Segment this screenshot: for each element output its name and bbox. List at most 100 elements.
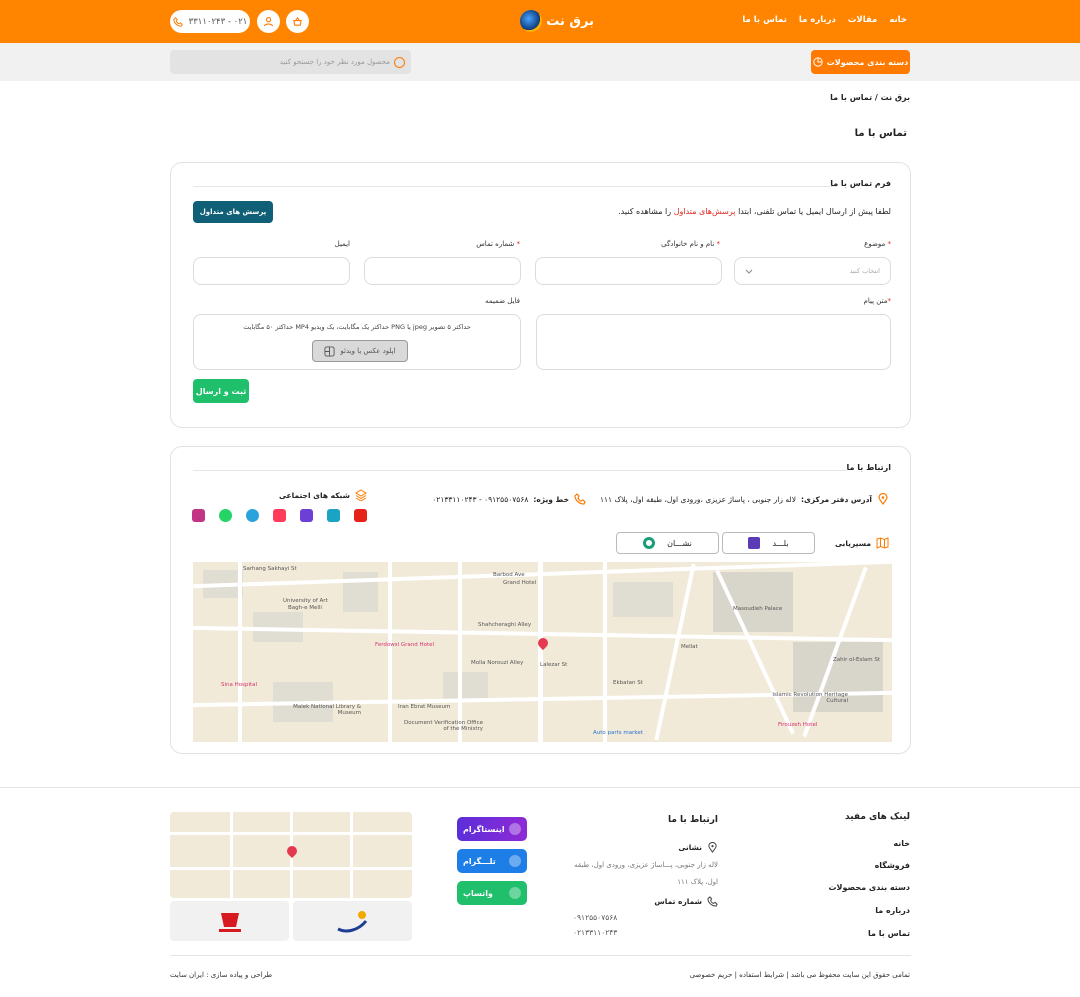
contact-divider bbox=[193, 470, 847, 471]
footer-link-home[interactable]: خانه bbox=[893, 839, 910, 848]
footer-link-categories[interactable]: دسته بندی محصولات bbox=[829, 883, 911, 892]
map-label: Sina Hospital bbox=[221, 682, 258, 688]
footer-phone-title: شماره تماس bbox=[654, 897, 702, 906]
eitaa-icon[interactable] bbox=[327, 509, 340, 522]
designer-credit[interactable]: طراحی و پیاده سازی : ایران سایت bbox=[170, 971, 272, 979]
hotline: خط ویژه: ۰۹۱۲۵۵۰۷۵۶۸ - ۰۲۱۳۳۱۱۰۲۴۳ bbox=[432, 493, 586, 505]
map-label: Sarhang Sakhayi St bbox=[243, 566, 297, 572]
office-address: آدرس دفتر مرکزی: لاله زار جنوبی ، پاساژ … bbox=[600, 493, 889, 505]
search-icon bbox=[394, 56, 405, 68]
message-textarea[interactable] bbox=[536, 314, 891, 370]
category-button-label: دسته بندی محصولات bbox=[826, 57, 909, 67]
upload-button-label: اپلود عکس یا ویدئو bbox=[340, 347, 396, 355]
name-label: * نام و نام خانوادگی bbox=[661, 240, 720, 248]
youtube-icon[interactable] bbox=[354, 509, 367, 522]
map-label: Grand Hotel bbox=[503, 580, 537, 586]
map-label: University of Art bbox=[283, 598, 328, 604]
account-button[interactable] bbox=[257, 10, 280, 33]
page-title: تماس با ما bbox=[854, 128, 907, 139]
faq-button[interactable]: پرسش های متداول bbox=[193, 201, 273, 223]
map-label: Islamic Revolution Heritage Cultural bbox=[772, 692, 848, 704]
name-label-text: نام و نام خانوادگی bbox=[661, 240, 715, 248]
footer-phone-2[interactable]: ۰۲۱۳۳۱۱۰۲۴۳ bbox=[573, 928, 617, 937]
contact-form-card bbox=[170, 162, 911, 428]
nav-about[interactable]: درباره ما bbox=[799, 15, 836, 25]
phone-icon bbox=[707, 896, 718, 907]
instagram-icon[interactable] bbox=[192, 509, 205, 522]
top-header: خانه مقالات درباره ما تماس با ما برق نت … bbox=[0, 0, 1080, 43]
breadcrumb: برق نت / تماس با ما bbox=[830, 93, 910, 102]
neshan-button[interactable]: نشـــان bbox=[616, 532, 719, 554]
upload-button[interactable]: اپلود عکس یا ویدئو bbox=[312, 340, 408, 362]
footer-address-title: نشانی bbox=[678, 843, 702, 852]
chevron-down-icon bbox=[745, 269, 753, 274]
email-input[interactable] bbox=[193, 257, 350, 285]
map-label: Auto parts market bbox=[593, 730, 643, 736]
telegram-button[interactable]: تلـــگرام bbox=[457, 849, 527, 873]
instagram-button[interactable]: اینستاگرام bbox=[457, 817, 527, 841]
location-map[interactable]: Sarhang Sakhayi St University of Art Bag… bbox=[193, 562, 892, 742]
name-input[interactable] bbox=[535, 257, 722, 285]
nav-contact[interactable]: تماس با ما bbox=[742, 15, 787, 25]
subject-label-text: موضوع bbox=[864, 240, 886, 248]
bale-icon[interactable] bbox=[273, 509, 286, 522]
footer-divider bbox=[0, 787, 1080, 788]
footer-link-shop[interactable]: فروشگاه bbox=[875, 861, 910, 870]
search-placeholder: محصول مورد نظر خود را جستجو کنید bbox=[279, 58, 390, 66]
logo-text: برق نت bbox=[546, 13, 594, 29]
footer-phone-title-row: شماره تماس bbox=[654, 896, 718, 907]
search-input[interactable]: محصول مورد نظر خود را جستجو کنید bbox=[170, 50, 411, 74]
nav-home[interactable]: خانه bbox=[889, 15, 907, 25]
payment-badge[interactable] bbox=[170, 901, 289, 941]
nav-articles[interactable]: مقالات bbox=[848, 15, 877, 25]
hotline-value[interactable]: ۰۹۱۲۵۵۰۷۵۶۸ - ۰۲۱۳۳۱۱۰۲۴۳ bbox=[432, 495, 528, 504]
phone-button[interactable]: ۰۲۱ - ۳۳۱۱۰۲۴۳ bbox=[170, 10, 250, 33]
rubika-icon[interactable] bbox=[300, 509, 313, 522]
whatsapp-button[interactable]: واتساپ bbox=[457, 881, 527, 905]
subject-select[interactable]: انتخاب کنید bbox=[734, 257, 891, 285]
neshan-label: نشـــان bbox=[667, 538, 692, 548]
footer-address: لاله زار جنوبی، پـــاساژ عزیزی، ورودی او… bbox=[574, 861, 718, 886]
attachment-hint: حداکثر ۵ تصویر jpeg یا PNG حداکثر یک مگا… bbox=[243, 323, 471, 331]
upload-icon bbox=[324, 345, 335, 357]
whatsapp-icon[interactable] bbox=[219, 509, 232, 522]
footer-link-contact[interactable]: تماس با ما bbox=[868, 929, 910, 938]
category-icon bbox=[813, 57, 823, 67]
phone-icon bbox=[574, 493, 586, 505]
map-label: Shahcheraghi Alley bbox=[478, 622, 532, 628]
balad-label: بلـــد bbox=[772, 538, 789, 548]
basket-icon bbox=[293, 16, 302, 26]
faq-note: لطفا پیش از ارسال ایمیل یا تماس تلفنی، ا… bbox=[618, 207, 891, 216]
enamad-badge[interactable] bbox=[293, 901, 412, 941]
note-text-after: را مشاهده کنید. bbox=[618, 207, 672, 216]
site-logo[interactable]: برق نت bbox=[490, 8, 594, 34]
footer-phone-1[interactable]: ۰۹۱۲۵۵۰۷۵۶۸ bbox=[573, 913, 617, 922]
address-value: لاله زار جنوبی ، پاساژ عزیزی ،ورودی اول،… bbox=[599, 494, 796, 504]
neshan-icon bbox=[643, 537, 656, 549]
search-strip bbox=[0, 43, 1080, 81]
form-title: فرم تماس با ما bbox=[830, 179, 891, 188]
telegram-icon[interactable] bbox=[246, 509, 259, 522]
cart-button[interactable] bbox=[286, 10, 309, 33]
footer-map[interactable] bbox=[170, 812, 412, 898]
copyright: تمامی حقوق این سایت محفوظ می باشد | شرای… bbox=[689, 971, 910, 979]
category-button[interactable]: دسته بندی محصولات bbox=[811, 50, 910, 74]
payment-logo-icon bbox=[218, 913, 241, 932]
balad-icon bbox=[748, 537, 761, 549]
social-header: شبکه های اجتماعی bbox=[279, 489, 367, 501]
submit-button[interactable]: ثبت و ارسال bbox=[193, 379, 249, 403]
enamad-logo-icon bbox=[336, 911, 367, 933]
email-label: ایمیل bbox=[334, 240, 350, 248]
social-title: شبکه های اجتماعی bbox=[278, 490, 350, 500]
phone-input[interactable] bbox=[364, 257, 521, 285]
footer-bottom-divider bbox=[170, 955, 911, 956]
faq-link[interactable]: پرسش‌های متداول bbox=[674, 207, 736, 216]
balad-button[interactable]: بلـــد bbox=[722, 532, 815, 554]
footer-link-about[interactable]: درباره ما bbox=[875, 906, 910, 915]
footer-links-title: لینک های مفید bbox=[845, 812, 910, 822]
map-label: Iran Ebrat Museum bbox=[398, 704, 451, 710]
map-label: Zahir ol-Eslam St bbox=[833, 657, 881, 663]
map-label: Bagh-e Melli bbox=[288, 605, 322, 611]
routing-label: مسیریابی bbox=[834, 538, 871, 548]
note-text-before: لطفا پیش از ارسال ایمیل یا تماس تلفنی، ا… bbox=[738, 207, 891, 216]
